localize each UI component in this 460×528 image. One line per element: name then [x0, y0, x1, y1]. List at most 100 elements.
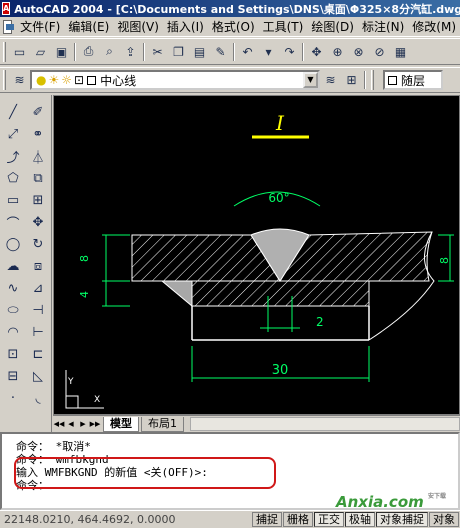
status-bar: 22148.0210, 464.4692, 0.0000 捕捉 栅格 正交 极轴… [0, 510, 460, 528]
rectangle-icon[interactable]: ▭ [2, 189, 24, 211]
first-tab-icon[interactable]: ◀◀ [53, 418, 65, 431]
sun-icon: ☀ [48, 73, 60, 87]
save-icon[interactable]: ▣ [52, 42, 71, 61]
scale-icon[interactable]: ⧈ [27, 255, 49, 277]
snap-pan-icon[interactable]: ✥ [307, 42, 326, 61]
erase-icon[interactable]: ✐ [27, 101, 49, 123]
color-value: 随层 [401, 73, 426, 88]
document-icon[interactable] [3, 19, 15, 34]
dim-gap: 2 [316, 315, 324, 329]
backing-strip [191, 280, 370, 307]
cursor-coordinates: 22148.0210, 464.4692, 0.0000 [4, 513, 176, 526]
menu-edit[interactable]: 编辑(E) [64, 18, 113, 35]
spline-icon[interactable]: ∿ [2, 277, 24, 299]
insert-block-icon[interactable]: ⊡ [2, 343, 24, 365]
circle-icon[interactable]: ◯ [2, 233, 24, 255]
open-file-icon[interactable]: ▱ [31, 42, 50, 61]
current-layer-name: 中心线 [100, 73, 137, 88]
polyline-icon[interactable]: ⤴ [2, 145, 24, 167]
menu-tools[interactable]: 工具(T) [259, 18, 308, 35]
point-icon[interactable]: · [2, 387, 24, 409]
zoom-previous-icon[interactable]: ⊘ [370, 42, 389, 61]
make-layer-current-icon[interactable]: ≋ [321, 71, 340, 90]
copy-object-icon[interactable]: ⚭ [27, 123, 49, 145]
freeze-icon: ☼ [61, 73, 73, 87]
chamfer-icon[interactable]: ◺ [27, 365, 49, 387]
extend-icon[interactable]: ⊢ [27, 321, 49, 343]
construction-line-icon[interactable]: ⤢ [2, 123, 24, 145]
arc-icon[interactable]: ⌒ [2, 211, 24, 233]
menu-format[interactable]: 格式(O) [208, 18, 259, 35]
last-tab-icon[interactable]: ▶▶ [89, 418, 101, 431]
menu-file[interactable]: 文件(F) [16, 18, 64, 35]
zoom-realtime-icon[interactable]: ⊕ [328, 42, 347, 61]
print-preview-icon[interactable]: ⌕ [100, 42, 119, 61]
paste-icon[interactable]: ▤ [190, 42, 209, 61]
properties-icon[interactable]: ▦ [391, 42, 410, 61]
snap-toggle[interactable]: 捕捉 [252, 512, 282, 527]
line-icon[interactable]: ╱ [2, 101, 24, 123]
drawing-canvas[interactable]: I 60° 8 4 8 2 30 Y X [53, 95, 460, 415]
menu-view[interactable]: 视图(V) [113, 18, 163, 35]
revision-cloud-icon[interactable]: ☁ [2, 255, 24, 277]
layer-dropdown[interactable]: ● ☀ ☼ ⊡ 中心线 ▼ [30, 70, 320, 90]
menu-draw[interactable]: 绘图(D) [307, 18, 358, 35]
polar-toggle[interactable]: 极轴 [345, 512, 375, 527]
rotate-icon[interactable]: ↻ [27, 233, 49, 255]
color-dropdown[interactable]: 随层 [383, 70, 443, 90]
dim-left-8: 8 [78, 255, 91, 262]
prev-tab-icon[interactable]: ◀ [65, 418, 77, 431]
mirror-icon[interactable]: ⏃ [27, 145, 49, 167]
copy-icon[interactable]: ❐ [169, 42, 188, 61]
command-history-line: 命令： *取消* [16, 440, 91, 453]
polygon-icon[interactable]: ⬠ [2, 167, 24, 189]
ellipse-arc-icon[interactable]: ◠ [2, 321, 24, 343]
next-tab-icon[interactable]: ▶ [77, 418, 89, 431]
break-icon[interactable]: ⊏ [27, 343, 49, 365]
array-icon[interactable]: ⊞ [27, 189, 49, 211]
layer-color-swatch [87, 75, 97, 85]
window-title: AutoCAD 2004 - [C:\Documents and Setting… [14, 2, 460, 16]
layer-manager-icon[interactable]: ≋ [10, 71, 29, 90]
make-block-icon[interactable]: ⊟ [2, 365, 24, 387]
title-bar: A AutoCAD 2004 - [C:\Documents and Setti… [0, 0, 460, 17]
offset-icon[interactable]: ⧉ [27, 167, 49, 189]
print-icon[interactable]: ⎙ [79, 42, 98, 61]
view-label: I [275, 111, 285, 135]
cut-icon[interactable]: ✂ [148, 42, 167, 61]
chevron-down-icon[interactable]: ▼ [303, 72, 318, 88]
trim-icon[interactable]: ⊣ [27, 299, 49, 321]
osnap-toggle[interactable]: 对象捕捉 [376, 512, 428, 527]
menu-bar: 文件(F) 编辑(E) 视图(V) 插入(I) 格式(O) 工具(T) 绘图(D… [0, 17, 460, 37]
stretch-icon[interactable]: ⊿ [27, 277, 49, 299]
ucs-icon: Y X [65, 370, 104, 409]
otrack-toggle[interactable]: 对象 [429, 512, 459, 527]
toolbar-grip[interactable] [3, 70, 6, 90]
tab-layout1[interactable]: 布局1 [141, 416, 184, 432]
autocad-app-icon[interactable]: A [2, 2, 11, 15]
menu-insert[interactable]: 插入(I) [163, 18, 208, 35]
menu-modify[interactable]: 修改(M) [408, 18, 460, 35]
tab-model[interactable]: 模型 [103, 416, 139, 432]
publish-icon[interactable]: ⇪ [121, 42, 140, 61]
highlight-box [14, 457, 276, 489]
new-file-icon[interactable]: ▭ [10, 42, 29, 61]
undo-icon[interactable]: ↶ [238, 42, 257, 61]
horizontal-scrollbar[interactable] [190, 417, 460, 431]
menu-dimension[interactable]: 标注(N) [358, 18, 408, 35]
ellipse-icon[interactable]: ⬭ [2, 299, 24, 321]
svg-text:Y: Y [67, 377, 74, 387]
redo-icon[interactable]: ↷ [280, 42, 299, 61]
toolbar-grip[interactable] [3, 41, 6, 62]
undo-dropdown-icon[interactable]: ▾ [259, 42, 278, 61]
layers-toolbar: ≋ ● ☀ ☼ ⊡ 中心线 ▼ ≋ ⊞ 随层 [0, 67, 460, 93]
layer-previous-icon[interactable]: ⊞ [342, 71, 361, 90]
grid-toggle[interactable]: 栅格 [283, 512, 313, 527]
move-icon[interactable]: ✥ [27, 211, 49, 233]
ortho-toggle[interactable]: 正交 [314, 512, 344, 527]
color-swatch [388, 75, 397, 85]
match-properties-icon[interactable]: ✎ [211, 42, 230, 61]
lightbulb-icon: ● [36, 73, 47, 87]
zoom-window-icon[interactable]: ⊗ [349, 42, 368, 61]
fillet-icon[interactable]: ◟ [27, 387, 49, 409]
